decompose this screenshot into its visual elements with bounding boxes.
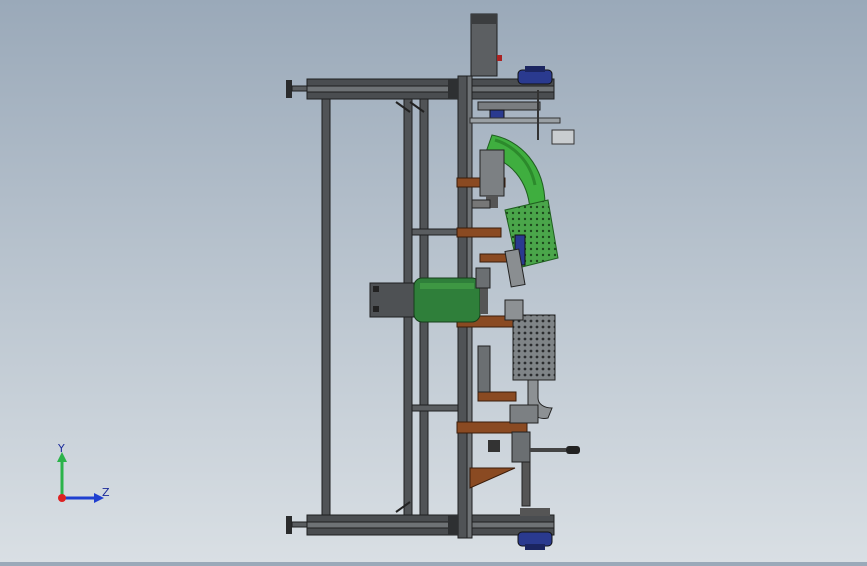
coordinate-triad: Y Z bbox=[50, 440, 120, 510]
mesh-drum bbox=[504, 299, 556, 424]
z-axis-label: Z bbox=[102, 486, 110, 499]
drive-motor bbox=[369, 277, 488, 323]
origin-dot bbox=[58, 494, 66, 502]
top-motor-column bbox=[470, 13, 502, 77]
y-axis-label: Y bbox=[58, 442, 65, 455]
cad-graphics-area[interactable] bbox=[0, 0, 867, 562]
assembly-model[interactable] bbox=[0, 0, 867, 562]
